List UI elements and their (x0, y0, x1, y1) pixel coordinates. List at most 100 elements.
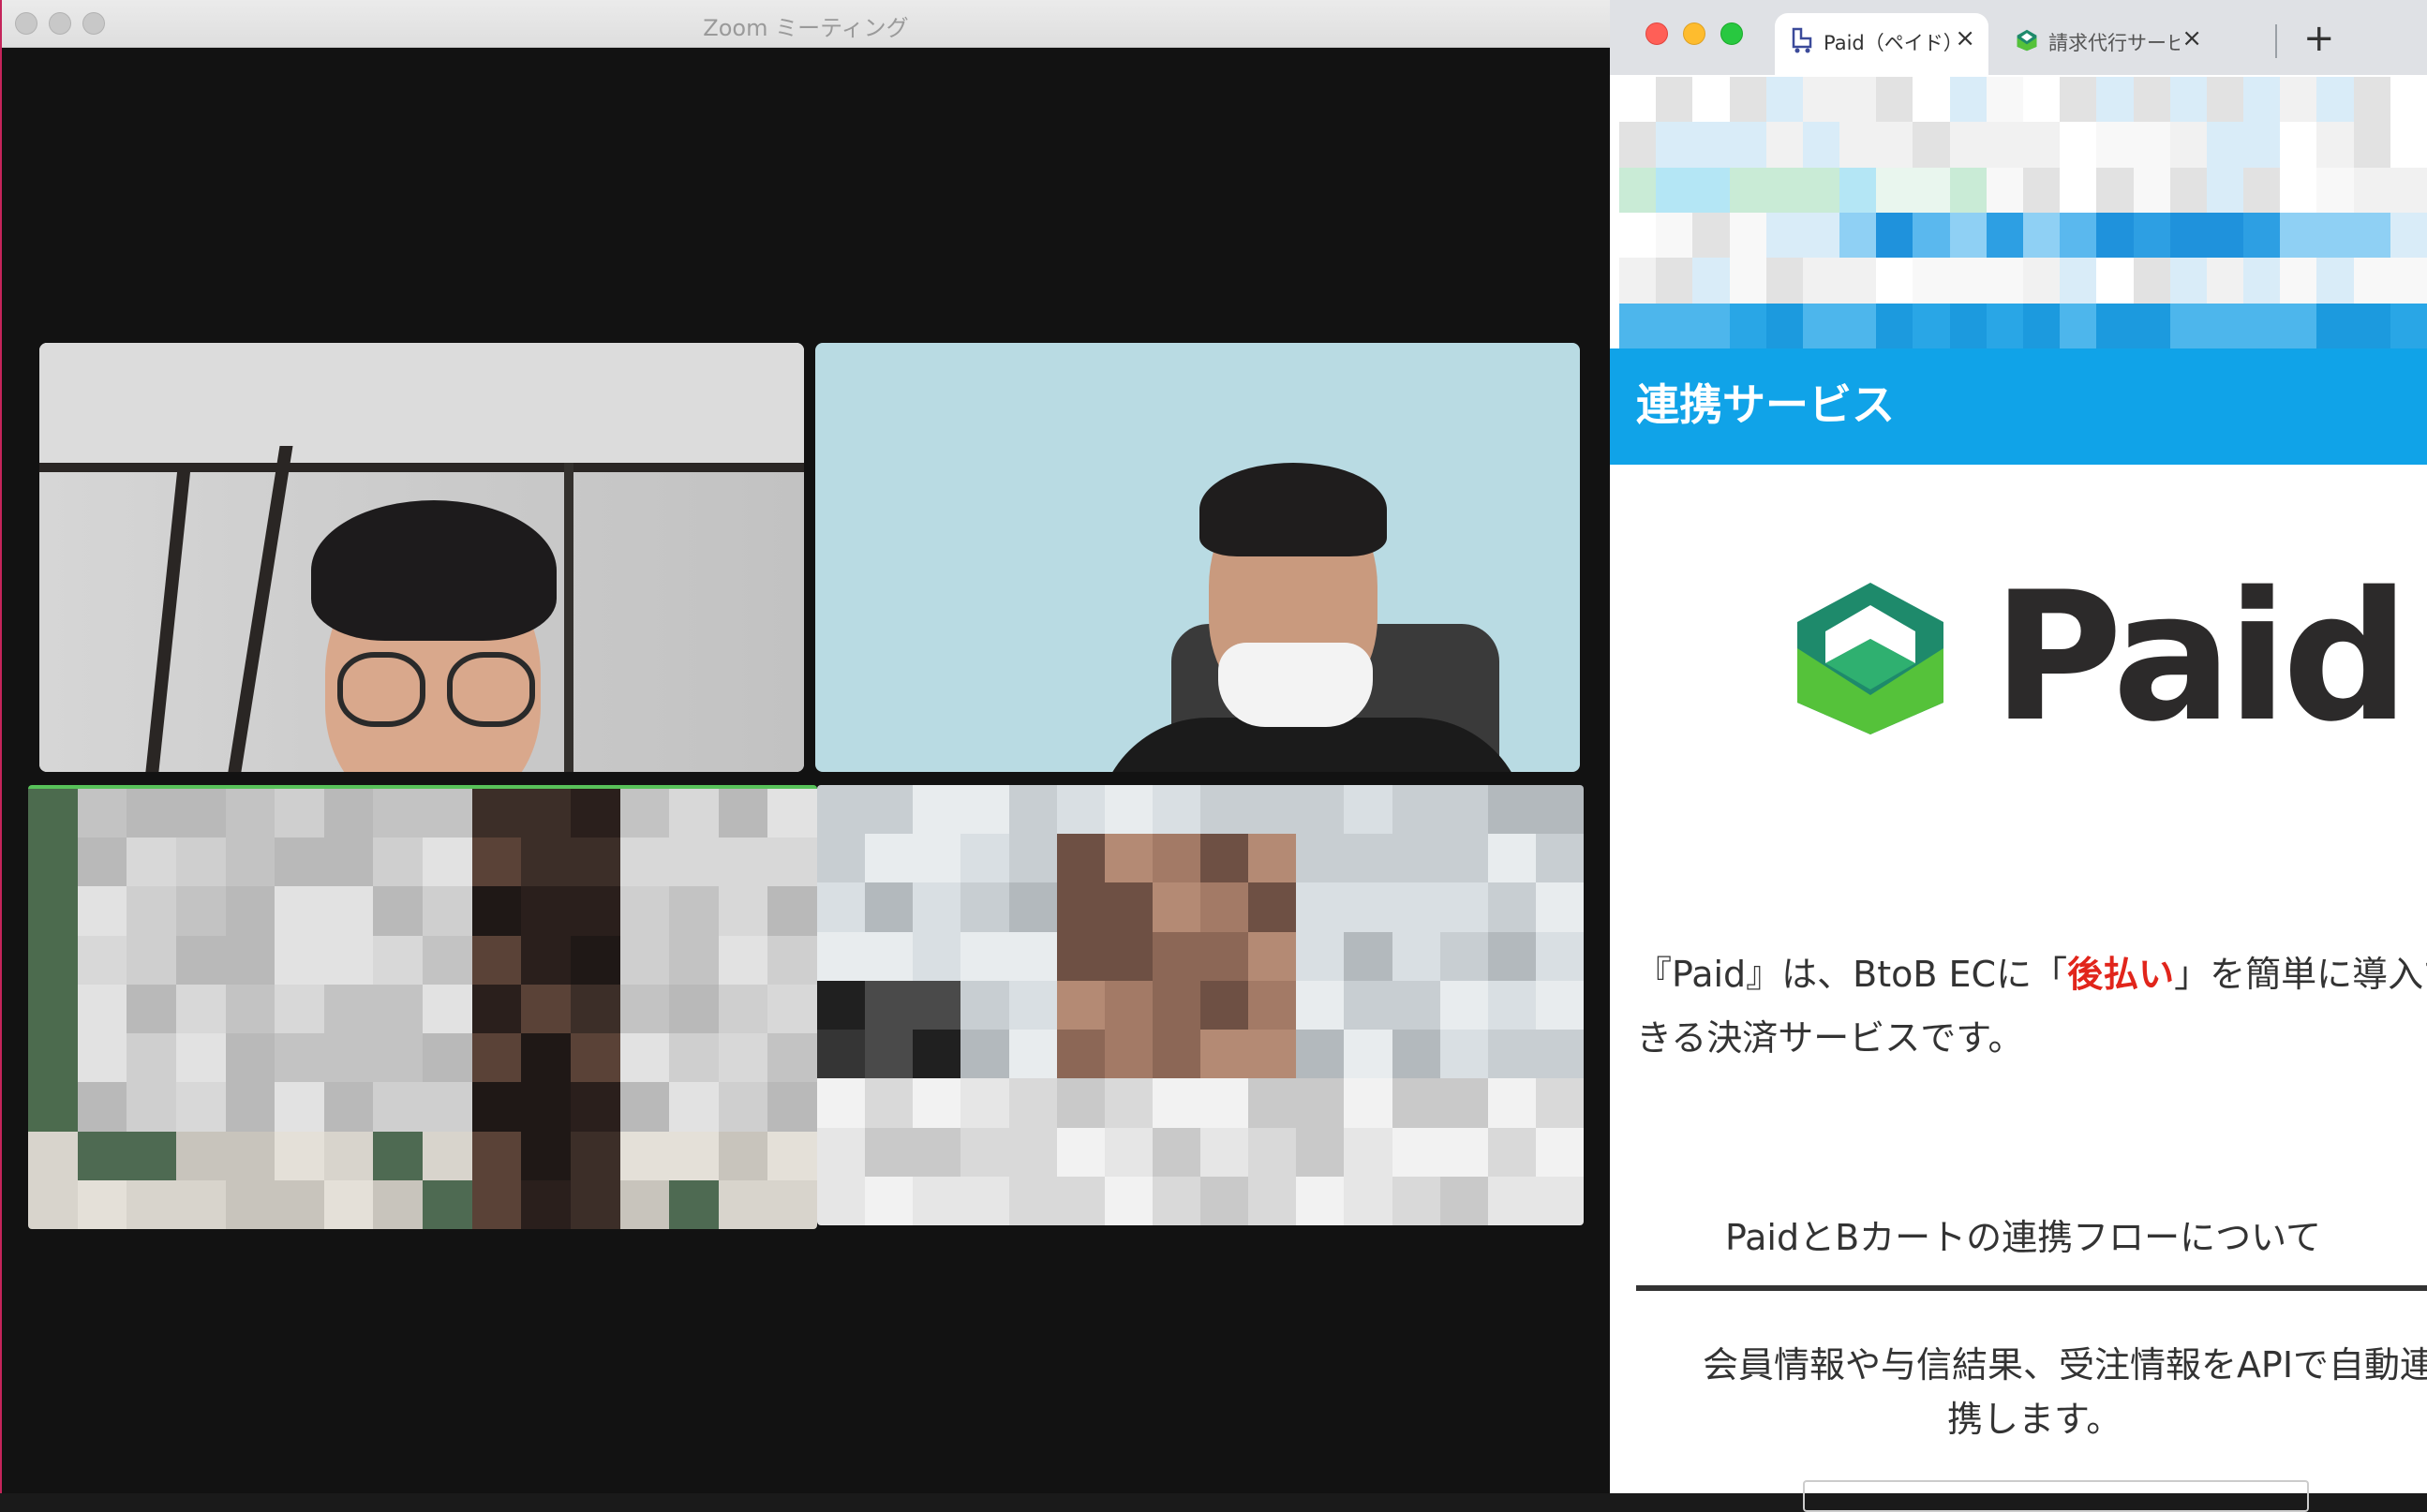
mosaic-cell (570, 935, 620, 985)
mosaic-cell (1535, 1030, 1584, 1079)
mosaic-cell (323, 838, 374, 887)
mosaic-cell (127, 1131, 176, 1180)
mosaic-cell (1008, 980, 1057, 1030)
mosaic-cell (1008, 882, 1057, 932)
mosaic-cell (1839, 77, 1877, 123)
mosaic-cell (1839, 258, 1877, 304)
mosaic-cell (423, 886, 472, 936)
mosaic-cell (127, 1082, 176, 1132)
mosaic-cell (275, 984, 324, 1034)
mosaic-cell (1729, 167, 1766, 213)
mosaic-cell (1344, 1030, 1392, 1079)
mosaic-cell (1839, 122, 1877, 168)
mosaic-cell (471, 984, 522, 1034)
mosaic-cell (1487, 1030, 1536, 1079)
mosaic-cell (619, 1033, 670, 1083)
zoom-titlebar[interactable]: Zoom ミーティング (2, 0, 1610, 48)
mosaic-cell (669, 1033, 719, 1083)
browser-tab-billing[interactable]: 請求代行サービ × (2000, 13, 2215, 75)
mosaic-cell (1344, 834, 1392, 883)
new-tab-button[interactable]: + (2303, 17, 2335, 60)
mosaic-cell (1056, 931, 1105, 981)
mosaic-cell (225, 838, 275, 887)
tab-label: Paid（ペイド） (1824, 32, 1955, 54)
mosaic-cell (767, 984, 817, 1034)
mosaic-cell (2169, 212, 2207, 259)
close-window-button[interactable] (1645, 22, 1668, 45)
mosaic-cell (2353, 122, 2390, 168)
mosaic-cell (225, 984, 275, 1034)
mosaic-cell (817, 1078, 866, 1128)
maximize-window-button[interactable] (1720, 22, 1743, 45)
minimize-window-button[interactable] (1683, 22, 1705, 45)
mosaic-cell (1802, 122, 1840, 168)
mosaic-cell (1296, 834, 1345, 883)
mosaic-cell (1296, 882, 1345, 932)
mosaic-cell (225, 1082, 275, 1132)
mosaic-cell (1619, 258, 1657, 304)
mosaic-cell (865, 834, 914, 883)
close-tab-icon[interactable]: × (1955, 24, 1975, 52)
participant-video-tile-4[interactable] (817, 785, 1584, 1225)
mosaic-cell (2316, 258, 2354, 304)
mosaic-cell (1439, 1127, 1488, 1177)
mosaic-cell (960, 785, 1009, 835)
mosaic-cell (521, 935, 571, 985)
mosaic-cell (1802, 77, 1840, 123)
mosaic-cell (1439, 882, 1488, 932)
mosaic-cell (323, 935, 374, 985)
mosaic-cell (471, 1082, 522, 1132)
mosaic-cell (2169, 122, 2207, 168)
mosaic-cell (913, 1127, 961, 1177)
mosaic-cell (2169, 77, 2207, 123)
mosaic-cell (1439, 834, 1488, 883)
mosaic-cell (817, 834, 866, 883)
mosaic-cell (1392, 785, 1440, 835)
mosaic-cell (1487, 980, 1536, 1030)
close-tab-icon[interactable]: × (2181, 24, 2202, 52)
participant-video-tile-3-active-speaker[interactable] (28, 785, 817, 1229)
browser-tab-paid[interactable]: Paid（ペイド） × (1775, 13, 1988, 75)
mosaic-cell (275, 1179, 324, 1229)
mosaic-cell (2353, 258, 2390, 304)
mosaic-cell (1248, 1127, 1297, 1177)
mosaic-cell (865, 1030, 914, 1079)
mosaic-cell (913, 1030, 961, 1079)
mosaic-cell (619, 789, 670, 838)
mosaic-cell (1056, 980, 1105, 1030)
mosaic-cell (913, 882, 961, 932)
mosaic-cell (718, 1033, 768, 1083)
mosaic-cell (1949, 122, 1987, 168)
mosaic-cell (1876, 258, 1913, 304)
mosaic-cell (619, 1179, 670, 1229)
mosaic-cell (2169, 258, 2207, 304)
mosaic-cell (521, 984, 571, 1034)
mosaic-cell (2133, 212, 2170, 259)
mosaic-cell (1986, 258, 2023, 304)
mosaic-cell (77, 1131, 127, 1180)
mosaic-cell (1487, 1078, 1536, 1128)
mosaic-cell (1200, 834, 1249, 883)
face-mask (1218, 643, 1373, 727)
mosaic-cell (1344, 1176, 1392, 1225)
mosaic-cell (1200, 1030, 1249, 1079)
mosaic-cell (521, 838, 571, 887)
mosaic-cell (1729, 212, 1766, 259)
participant-video-tile-1[interactable] (39, 343, 804, 772)
participant-video-tile-2[interactable] (815, 343, 1580, 772)
mosaic-cell (28, 886, 78, 936)
mosaic-cell (1248, 882, 1297, 932)
mosaic-cell (2390, 77, 2427, 123)
mosaic-cell (2353, 167, 2390, 213)
mosaic-cell (2243, 122, 2281, 168)
mosaic-cell (1692, 258, 1730, 304)
mosaic-cell (1104, 785, 1153, 835)
mosaic-cell (2243, 77, 2281, 123)
mosaic-cell (767, 838, 817, 887)
mosaic-cell (2096, 258, 2134, 304)
mosaic-cell (1296, 1127, 1345, 1177)
mosaic-cell (1802, 167, 1840, 213)
mosaic-cell (225, 789, 275, 838)
mosaic-cell (2243, 303, 2281, 348)
mosaic-cell (817, 931, 866, 981)
